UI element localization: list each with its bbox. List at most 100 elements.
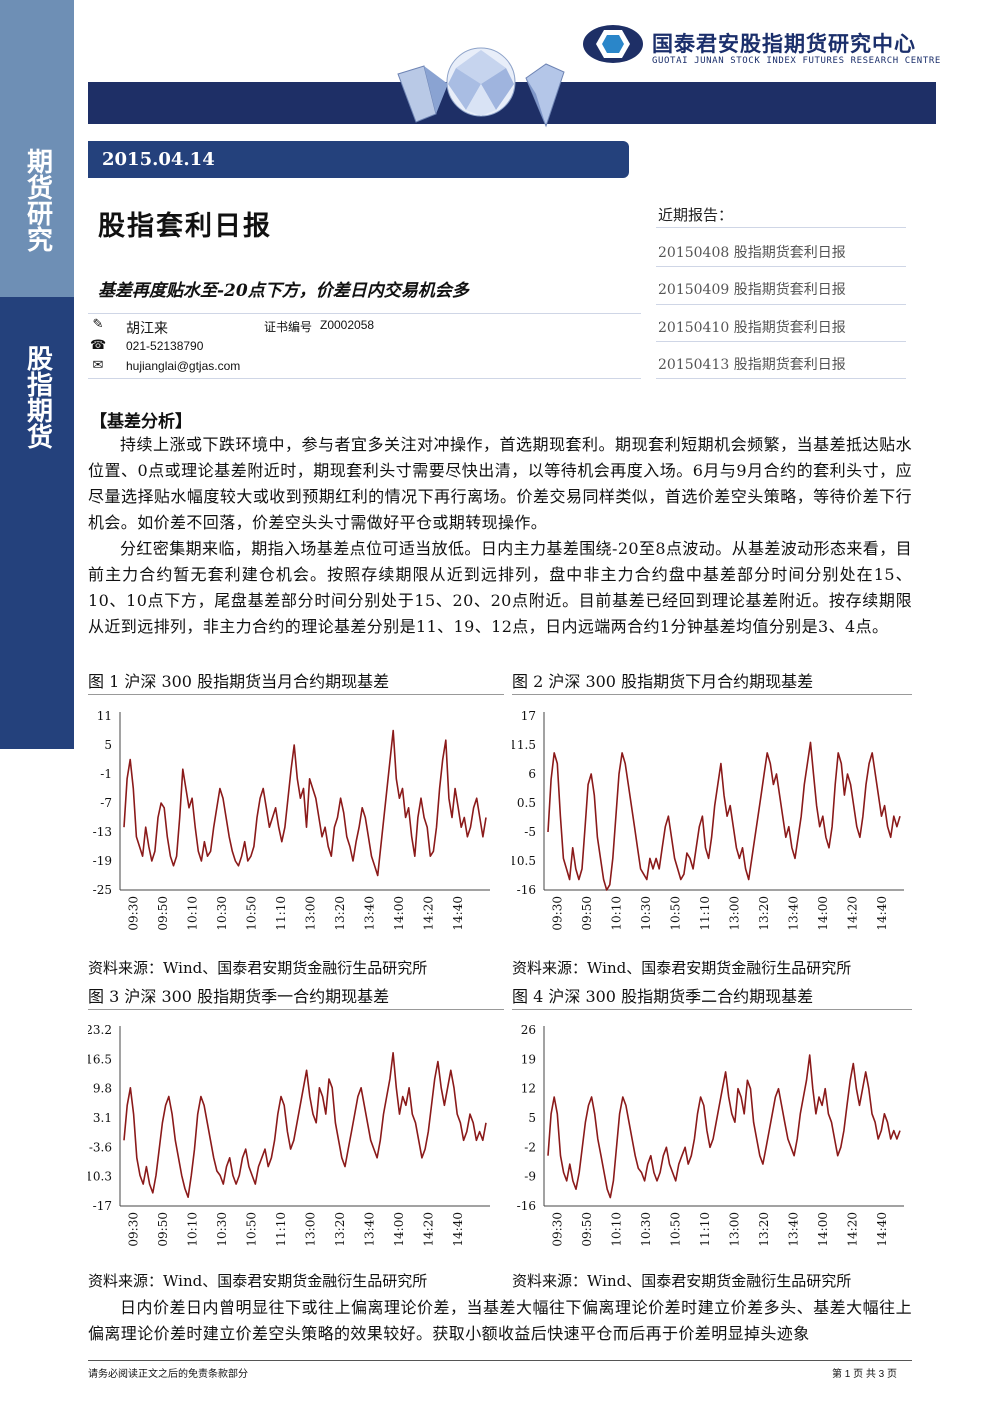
author-phone: 021-52138790 bbox=[126, 339, 204, 353]
y-tick-label: 5 bbox=[104, 738, 112, 752]
y-tick-label: 19 bbox=[521, 1052, 536, 1066]
diamond-banner-icon bbox=[397, 47, 565, 128]
divider bbox=[656, 304, 906, 305]
basis-chart-1: 11 5 -1 -7 -13 -19 -25 09:30 09:50 10:10 10:30 10:5… bbox=[93, 709, 490, 931]
x-tick-label: 14:20 bbox=[422, 896, 436, 931]
y-tick-label: -5 bbox=[524, 825, 536, 839]
basis-chart-4: 26 19 12 5 -2 -9 -16 09:30 09:50 10:10 10:30 10:50 1… bbox=[517, 1023, 904, 1247]
x-tick-label: 10:50 bbox=[245, 896, 259, 931]
divider bbox=[656, 341, 906, 342]
figure-title: 图 1 沪深 300 股指期货当月合约期现基差 bbox=[88, 668, 504, 695]
x-tick-label: 13:40 bbox=[363, 1212, 377, 1247]
x-tick-label: 11:10 bbox=[698, 896, 712, 931]
source-note: 资料来源：Wind、国泰君安期货金融衍生品研究所 bbox=[88, 1272, 428, 1290]
y-tick-label: 12 bbox=[521, 1082, 536, 1096]
x-tick-label: 13:00 bbox=[728, 896, 742, 931]
x-tick-label: 13:20 bbox=[757, 1212, 771, 1247]
y-tick-label: 5 bbox=[528, 1111, 536, 1125]
pen-icon: ✎ bbox=[92, 317, 104, 332]
y-tick-label: 11.5 bbox=[512, 738, 536, 752]
x-tick-label: 10:10 bbox=[186, 896, 200, 931]
author-info: ✎ 胡江来 证书编号 Z0002058 ☎ 021-52138790 ✉ huj… bbox=[88, 313, 641, 379]
footer-disclaimer: 请务必阅读正文之后的免责条款部分 bbox=[88, 1369, 248, 1380]
basis-chart-2: 17 11.5 6 0.5 -5 -10.5 -16 09:30 09:50 10:10 10:30… bbox=[512, 709, 904, 931]
y-tick-label: -10.5 bbox=[512, 854, 536, 868]
body-paragraph: 分红密集期来临，期指入场基差点位可适当放低。日内主力基差围绕-20至8点波动。从… bbox=[88, 539, 912, 636]
x-tick-label: 10:30 bbox=[215, 1212, 229, 1247]
mail-icon: ✉ bbox=[92, 358, 104, 373]
x-tick-label: 14:00 bbox=[816, 896, 830, 931]
x-tick-label: 10:10 bbox=[610, 1212, 624, 1247]
guotai-junan-logo-icon bbox=[583, 25, 643, 63]
y-tick-label: -2 bbox=[524, 1140, 536, 1154]
x-tick-label: 11:10 bbox=[274, 896, 288, 931]
x-tick-label: 09:30 bbox=[127, 896, 141, 931]
author-email[interactable]: hujianglai@gtjas.com bbox=[126, 359, 240, 373]
y-tick-label: 6 bbox=[528, 767, 536, 781]
x-tick-label: 10:30 bbox=[639, 1212, 653, 1247]
section-heading: 【基差分析】 bbox=[90, 412, 192, 432]
x-tick-label: 10:10 bbox=[610, 896, 624, 931]
x-tick-label: 14:00 bbox=[392, 896, 406, 931]
y-tick-label: 17 bbox=[521, 709, 536, 723]
y-tick-label: -3.6 bbox=[89, 1140, 112, 1154]
recent-report-link[interactable]: 20150408 股指期货套利日报 bbox=[658, 242, 846, 262]
figure-title: 图 2 沪深 300 股指期货下月合约期现基差 bbox=[512, 668, 912, 695]
recent-report-link[interactable]: 20150410 股指期货套利日报 bbox=[658, 317, 846, 337]
x-tick-label: 09:50 bbox=[580, 1212, 594, 1247]
x-tick-label: 10:30 bbox=[639, 896, 653, 931]
recent-reports-heading: 近期报告： bbox=[658, 206, 734, 224]
basis-series-line bbox=[547, 741, 901, 891]
source-note: 资料来源：Wind、国泰君安期货金融衍生品研究所 bbox=[512, 1272, 852, 1290]
body-paragraph: 日内价差日内曾明显往下或往上偏离理论价差，当基差大幅往下偏离理论价差时建立价差多… bbox=[88, 1298, 912, 1343]
cert-label: 证书编号 bbox=[264, 320, 313, 334]
y-tick-label: -1 bbox=[100, 767, 112, 781]
x-tick-label: 14:20 bbox=[422, 1212, 436, 1247]
x-tick-label: 11:10 bbox=[698, 1212, 712, 1247]
divider bbox=[656, 266, 906, 267]
y-tick-label: -19 bbox=[93, 854, 112, 868]
x-tick-label: 14:40 bbox=[451, 896, 465, 931]
y-tick-label: -7 bbox=[100, 796, 112, 810]
x-tick-label: 13:00 bbox=[304, 896, 318, 931]
divider bbox=[656, 227, 906, 228]
report-date: 2015.04.14 bbox=[102, 149, 215, 170]
basis-series-line bbox=[123, 729, 487, 877]
author-name: 胡江来 bbox=[126, 321, 168, 337]
date-bar: 2015.04.14 bbox=[88, 141, 629, 178]
y-tick-label: -25 bbox=[93, 883, 112, 897]
y-tick-label: 16.5 bbox=[88, 1052, 112, 1066]
x-tick-label: 09:30 bbox=[127, 1212, 141, 1247]
y-tick-label: 26 bbox=[521, 1023, 536, 1037]
y-tick-label: 0.5 bbox=[517, 796, 536, 810]
x-tick-label: 13:20 bbox=[757, 896, 771, 931]
recent-report-link[interactable]: 20150409 股指期货套利日报 bbox=[658, 279, 846, 299]
divider bbox=[656, 378, 906, 379]
page-number: 第 1 页 共 3 页 bbox=[832, 1369, 898, 1380]
basis-series-line bbox=[547, 1054, 901, 1199]
x-tick-label: 10:50 bbox=[245, 1212, 259, 1247]
x-tick-label: 13:00 bbox=[728, 1212, 742, 1247]
x-tick-label: 10:50 bbox=[669, 1212, 683, 1247]
org-name-en: GUOTAI JUNAN STOCK INDEX FUTURES RESEARC… bbox=[652, 56, 941, 66]
body-paragraph: 持续上涨或下跌环境中，参与者宜多关注对冲操作，首选期现套利。期现套利短期机会频繁… bbox=[88, 435, 912, 532]
x-tick-label: 14:40 bbox=[875, 896, 889, 931]
figure-title: 图 3 沪深 300 股指期货季一合约期现基差 bbox=[88, 983, 504, 1010]
x-tick-label: 11:10 bbox=[274, 1212, 288, 1247]
y-tick-label: -16 bbox=[517, 883, 536, 897]
x-tick-label: 10:10 bbox=[186, 1212, 200, 1247]
source-note: 资料来源：Wind、国泰君安期货金融衍生品研究所 bbox=[88, 959, 428, 977]
source-note: 资料来源：Wind、国泰君安期货金融衍生品研究所 bbox=[512, 959, 852, 977]
phone-icon: ☎ bbox=[90, 338, 107, 353]
sidebar-bottom-band: 股指期货 bbox=[0, 297, 74, 749]
x-tick-label: 09:50 bbox=[156, 1212, 170, 1247]
sidebar-top-label: 期货研究 bbox=[22, 148, 53, 252]
x-tick-label: 09:50 bbox=[580, 896, 594, 931]
x-tick-label: 09:50 bbox=[156, 896, 170, 931]
x-tick-label: 14:00 bbox=[392, 1212, 406, 1247]
report-subtitle: 基差再度贴水至-20点下方，价差日内交易机会多 bbox=[98, 281, 469, 301]
recent-report-link[interactable]: 20150413 股指期货套利日报 bbox=[658, 354, 846, 374]
x-tick-label: 10:50 bbox=[669, 896, 683, 931]
x-tick-label: 14:00 bbox=[816, 1212, 830, 1247]
basis-series-line bbox=[123, 1051, 487, 1198]
